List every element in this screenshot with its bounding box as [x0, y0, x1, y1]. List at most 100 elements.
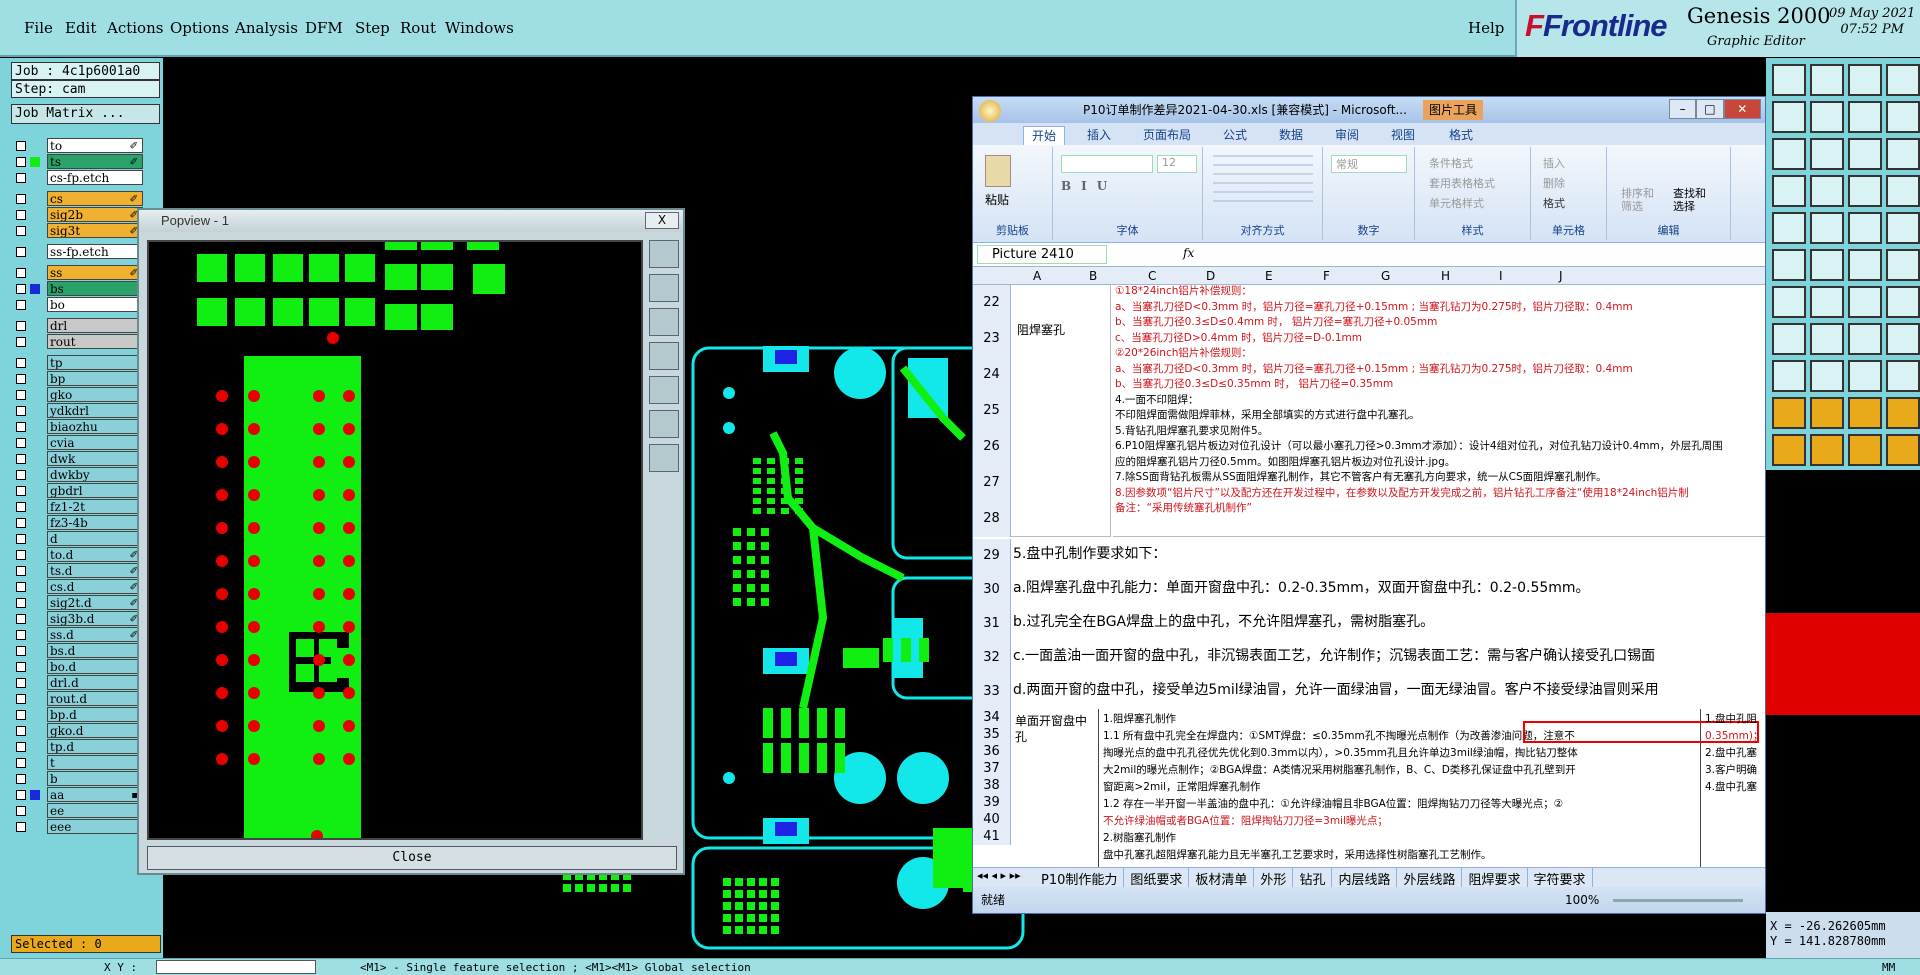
layer-row[interactable]: dwkby — [11, 467, 143, 483]
row-header[interactable]: 40 — [973, 811, 1011, 828]
insert-cells[interactable]: 插入 — [1543, 155, 1565, 171]
conditional-format[interactable]: 条件格式 — [1429, 155, 1473, 171]
row-header[interactable]: 27 — [973, 465, 1011, 501]
layer-name[interactable]: tp — [47, 355, 143, 370]
layer-checkbox[interactable] — [16, 758, 26, 768]
layer-name[interactable]: t — [47, 755, 143, 770]
column-header[interactable]: J — [1559, 269, 1563, 283]
xy-input[interactable] — [156, 960, 316, 974]
layer-row[interactable]: sig3b.d ✐ — [11, 611, 143, 627]
layer-checkbox[interactable] — [16, 422, 26, 432]
tool-button[interactable] — [1810, 286, 1844, 318]
layer-row[interactable]: d — [11, 531, 143, 547]
layer-checkbox[interactable] — [16, 470, 26, 480]
layer-name[interactable]: cs-fp.etch — [47, 170, 143, 185]
sheet-tab[interactable]: 字符要求 — [1528, 868, 1593, 888]
layer-checkbox[interactable] — [16, 534, 26, 544]
menu-analysis[interactable]: Analysis — [235, 19, 298, 37]
layer-name[interactable]: drl — [47, 318, 143, 333]
layer-name[interactable]: cvia — [47, 435, 143, 450]
menu-help[interactable]: Help — [1468, 19, 1504, 37]
layer-name[interactable]: bp.d — [47, 707, 143, 722]
tab-home[interactable]: 开始 — [1023, 126, 1066, 145]
sheet-tab[interactable]: 外层线路 — [1397, 868, 1463, 888]
layer-row[interactable]: drl — [11, 318, 143, 334]
layer-name[interactable]: rout.d — [47, 691, 143, 706]
layer-name[interactable]: ydkdrl — [47, 403, 143, 418]
layer-checkbox[interactable] — [16, 247, 26, 257]
layer-name[interactable]: sig3t ✐ — [47, 223, 143, 238]
layer-name[interactable]: sig2t.d ✐ — [47, 595, 143, 610]
row-header[interactable]: 24 — [973, 357, 1011, 393]
menu-actions[interactable]: Actions — [107, 19, 163, 37]
popview-tool-left[interactable] — [649, 342, 679, 370]
sheet-nav-icons[interactable]: ◂◂ ◂ ▸ ▸▸ — [977, 869, 1021, 882]
maximize-icon[interactable]: □ — [1696, 99, 1724, 119]
delete-cells[interactable]: 删除 — [1543, 175, 1565, 191]
minimize-icon[interactable]: – — [1669, 99, 1697, 119]
tab-review[interactable]: 审阅 — [1327, 126, 1367, 144]
row-header[interactable]: 25 — [973, 393, 1011, 429]
popview-tool-up[interactable] — [649, 274, 679, 302]
tool-button[interactable] — [1886, 101, 1920, 133]
tool-button[interactable] — [1772, 360, 1806, 392]
tool-button[interactable] — [1848, 286, 1882, 318]
layer-checkbox[interactable] — [16, 300, 26, 310]
row-header[interactable]: 26 — [973, 429, 1011, 465]
layer-checkbox[interactable] — [16, 614, 26, 624]
layer-row[interactable]: b — [11, 771, 143, 787]
layer-name[interactable]: ss ✐ — [47, 265, 143, 280]
layer-row[interactable]: gbdrl — [11, 483, 143, 499]
tool-button[interactable] — [1810, 138, 1844, 170]
cell-j34[interactable]: 1.盘中孔阻 0.35mm)； 2.盘中孔塞 3.客户明确 4.盘中孔塞 — [1703, 709, 1765, 867]
layer-row[interactable]: tp — [11, 355, 143, 371]
sheet-tab[interactable]: 外形 — [1254, 868, 1294, 888]
paste-icon[interactable] — [985, 155, 1011, 187]
row-header[interactable]: 22 — [973, 285, 1011, 321]
layer-name[interactable]: to ✐ — [47, 138, 143, 153]
layer-checkbox[interactable] — [16, 454, 26, 464]
layer-checkbox[interactable] — [16, 598, 26, 608]
layer-name[interactable]: bp — [47, 371, 143, 386]
tool-button[interactable] — [1772, 249, 1806, 281]
popview-close-button[interactable]: Close — [147, 846, 677, 870]
layer-name[interactable]: dwkby — [47, 467, 143, 482]
tool-button[interactable] — [1848, 101, 1882, 133]
layer-checkbox[interactable] — [16, 390, 26, 400]
tool-button[interactable] — [1772, 434, 1806, 466]
find-select[interactable]: 查找和 选择 — [1673, 187, 1706, 213]
tool-button[interactable] — [1810, 397, 1844, 429]
column-header[interactable]: A — [1033, 269, 1041, 283]
layer-name[interactable]: dwk — [47, 451, 143, 466]
font-name-input[interactable] — [1061, 155, 1153, 173]
tool-button[interactable] — [1848, 212, 1882, 244]
menu-file[interactable]: File — [24, 19, 53, 37]
layer-checkbox[interactable] — [16, 662, 26, 672]
layer-row[interactable]: ydkdrl — [11, 403, 143, 419]
tab-page-layout[interactable]: 页面布局 — [1135, 126, 1199, 144]
row-header[interactable]: 38 — [973, 777, 1011, 794]
layer-checkbox[interactable] — [16, 678, 26, 688]
layer-name[interactable]: ts ✐ — [47, 154, 143, 169]
tool-button[interactable] — [1772, 286, 1806, 318]
tool-button[interactable] — [1848, 397, 1882, 429]
layer-checkbox[interactable] — [16, 742, 26, 752]
layer-row[interactable]: cvia — [11, 435, 143, 451]
layer-row[interactable]: sig2t.d ✐ — [11, 595, 143, 611]
layer-name[interactable]: gbdrl — [47, 483, 143, 498]
column-header[interactable]: B — [1089, 269, 1097, 283]
tool-button[interactable] — [1886, 64, 1920, 96]
layer-name[interactable]: to.d ✐ — [47, 547, 143, 562]
tool-button[interactable] — [1772, 212, 1806, 244]
layer-checkbox[interactable] — [16, 726, 26, 736]
layer-row[interactable]: rout — [11, 334, 143, 350]
tool-button[interactable] — [1886, 323, 1920, 355]
row-header[interactable]: 41 — [973, 828, 1011, 845]
column-header[interactable]: E — [1265, 269, 1273, 283]
layer-row[interactable]: cs-fp.etch — [11, 170, 143, 186]
layer-checkbox[interactable] — [16, 502, 26, 512]
tool-button[interactable] — [1886, 397, 1920, 429]
layer-row[interactable]: ss.d ✐ — [11, 627, 143, 643]
layer-row[interactable]: t — [11, 755, 143, 771]
layer-checkbox[interactable] — [16, 694, 26, 704]
